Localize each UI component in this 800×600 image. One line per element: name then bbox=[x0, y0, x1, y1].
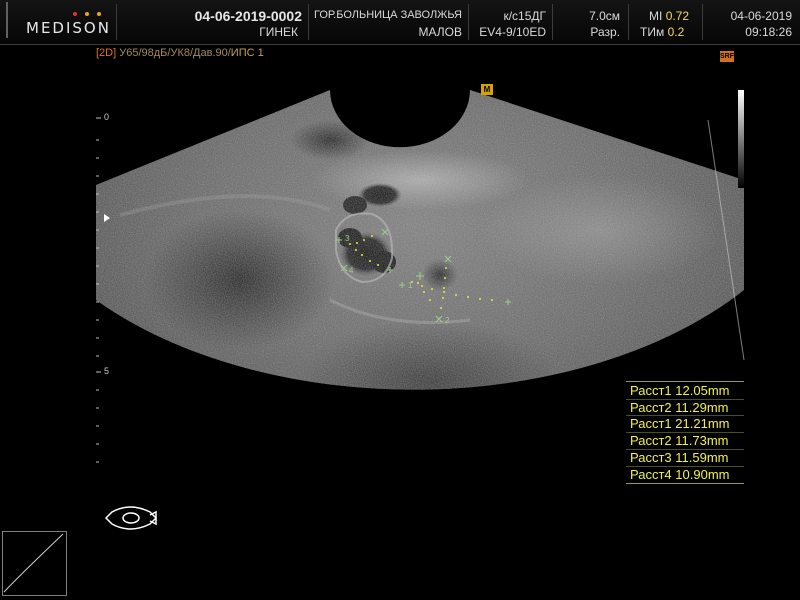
measurement-label: Расст2 bbox=[630, 433, 672, 449]
measurement-results: Расст1 12.05mm Расст2 11.29mm Расст1 21.… bbox=[626, 381, 744, 485]
grayscale-bar bbox=[738, 90, 744, 188]
operator-name: МАЛОВ bbox=[418, 25, 462, 39]
caliper-label-4: 4 bbox=[349, 266, 354, 275]
header-separator bbox=[116, 4, 117, 40]
mi-label: MI bbox=[649, 9, 663, 23]
exam-type: ГИНЕК bbox=[259, 25, 298, 39]
measurement-label: Расст1 bbox=[630, 416, 672, 432]
mi-value: 0.72 bbox=[665, 9, 690, 23]
orientation-marker: M bbox=[481, 84, 493, 95]
imaging-parameters: [2D] У65/98дБ/УК8/Дав.90/ИПС 1 bbox=[96, 47, 264, 59]
measurement-label: Расст2 bbox=[630, 399, 672, 415]
mode-indicator: [2D] bbox=[96, 47, 117, 59]
mi-index: MI 0.72 bbox=[649, 9, 689, 23]
probe-code: к/с15ДГ bbox=[503, 9, 546, 23]
tim-index: ТИм 0.2 bbox=[640, 25, 684, 39]
gray-map-curve-box bbox=[2, 531, 67, 596]
patient-id: 04-06-2019-0002 bbox=[194, 8, 302, 24]
measurement-row: Расст4 10.90mm bbox=[626, 467, 744, 483]
header-left-edge bbox=[6, 2, 8, 38]
probe-orientation-icon bbox=[104, 506, 158, 530]
measurement-row: Расст3 11.59mm bbox=[626, 450, 744, 467]
measurement-value: 12.05mm bbox=[675, 383, 730, 398]
measurement-label: Расст4 bbox=[630, 466, 672, 482]
measurement-value: 21.21mm bbox=[675, 416, 730, 432]
caliper-label-2: 2 bbox=[445, 316, 450, 325]
measurement-row: Расст2 11.29mm bbox=[626, 400, 744, 417]
resolution-label: Разр. bbox=[590, 25, 620, 39]
header-bar: MEDISON 04-06-2019-0002 ГИНЕК ГОР.БОЛЬНИ… bbox=[0, 0, 800, 45]
header-separator bbox=[468, 4, 469, 40]
header-separator bbox=[552, 4, 553, 40]
exam-time: 09:18:26 bbox=[745, 25, 792, 39]
gain-params: У65/98дБ/УК8/Дав.90/ bbox=[119, 47, 231, 59]
brand-dot-orange-2 bbox=[97, 12, 101, 16]
header-separator bbox=[628, 4, 629, 40]
measurement-row: Расст1 12.05mm bbox=[626, 383, 744, 400]
header-separator bbox=[702, 4, 703, 40]
srf-badge: SRF bbox=[720, 51, 734, 62]
caliper-label-1: 1 bbox=[408, 281, 413, 290]
preset-name: ИПС 1 bbox=[230, 47, 264, 59]
measurement-label: Расст3 bbox=[630, 449, 672, 465]
measurement-label: Расст1 bbox=[630, 383, 672, 398]
tim-value: 0.2 bbox=[667, 25, 685, 39]
caliper-label-3: 3 bbox=[345, 234, 350, 243]
header-separator bbox=[308, 4, 309, 40]
brand-dot-orange bbox=[85, 12, 89, 16]
brand-dot-red bbox=[73, 12, 77, 16]
exam-date: 04-06-2019 bbox=[730, 9, 792, 23]
tim-label: ТИм bbox=[640, 25, 665, 39]
probe-model: EV4-9/10ED bbox=[479, 25, 546, 39]
depth-label-0: 0 bbox=[104, 112, 110, 122]
hospital-name: ГОР.БОЛЬНИЦА ЗАВОЛЖЬЯ bbox=[314, 9, 462, 21]
brand-logo: MEDISON bbox=[26, 19, 111, 37]
measurement-value: 11.59mm bbox=[675, 449, 729, 465]
ultrasound-image: 3 4 1 2 bbox=[3, 90, 745, 593]
measurement-value: 10.90mm bbox=[675, 466, 730, 482]
depth-value: 7.0см bbox=[589, 9, 620, 23]
depth-label-5: 5 bbox=[104, 366, 110, 376]
measurement-row: Расст2 11.73mm bbox=[626, 433, 744, 450]
measurement-row: Расст1 21.21mm bbox=[626, 416, 744, 434]
measurement-value: 11.73mm bbox=[675, 433, 729, 449]
measurement-value: 11.29mm bbox=[675, 399, 729, 415]
